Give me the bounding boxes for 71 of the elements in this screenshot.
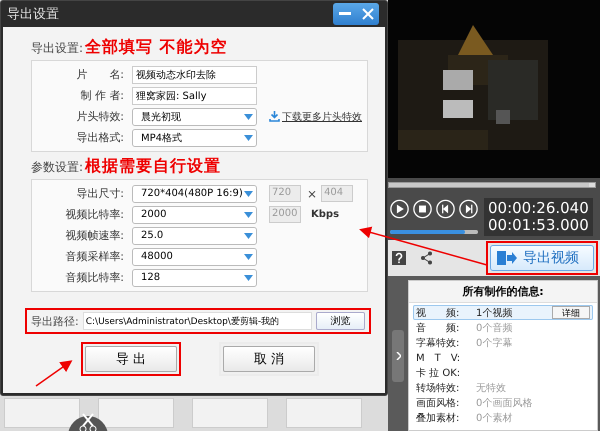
info-row[interactable]: 卡 拉 OK:	[413, 365, 593, 380]
annotation-arrow	[36, 360, 72, 387]
collapse-handle[interactable]	[392, 330, 404, 382]
disabled-field: 2000	[269, 206, 301, 223]
info-row[interactable]: 转场特效: 无特效	[413, 380, 593, 395]
info-row[interactable]: 画面风格: 0个画面风格	[413, 395, 593, 410]
dropdown[interactable]: 25.0	[132, 226, 257, 244]
field-label: 导出路径:	[31, 314, 79, 328]
field-label: 音频采样率:	[64, 249, 125, 264]
window-title: 导出设置	[7, 6, 59, 23]
help-icon[interactable]	[392, 251, 406, 265]
field-label: 音频比特率:	[64, 270, 125, 285]
dropdown-caret-icon	[244, 254, 253, 260]
section-label: 参数设置:	[31, 159, 84, 176]
share-icon[interactable]	[420, 251, 433, 265]
dropdown-caret-icon	[244, 114, 253, 120]
progress-track[interactable]	[388, 182, 596, 188]
field-label: 制 作 者:	[79, 88, 125, 103]
close-icon[interactable]	[362, 8, 374, 20]
info-row[interactable]: 音 频: 0个音频	[413, 320, 593, 335]
dialog-button[interactable]: 导 出	[85, 346, 177, 372]
timeline-slot[interactable]	[4, 398, 80, 428]
dropdown[interactable]: 720*404(480P 16:9)	[132, 184, 257, 202]
dropdown[interactable]: MP4格式	[132, 128, 257, 146]
time-text: 00:01:53.000	[488, 217, 589, 234]
text-field[interactable]: 狸窝家园: Sally	[132, 86, 257, 104]
browse-button[interactable]: 浏览	[316, 312, 365, 330]
field-label: 视频帧速率:	[64, 228, 125, 243]
step-forward-icon[interactable]	[459, 198, 478, 220]
field-label: 片头特效:	[75, 109, 125, 124]
details-button[interactable]: 详细	[552, 306, 590, 319]
info-row[interactable]: M T V:	[413, 350, 593, 365]
disabled-field: 404	[321, 185, 354, 202]
dropdown-caret-icon	[244, 212, 253, 218]
play-icon[interactable]	[390, 198, 409, 220]
download-icon	[269, 111, 280, 122]
chevron-right-icon	[396, 352, 400, 360]
text-field[interactable]: 视频动态水印去除	[132, 66, 257, 84]
annotation-note: 全部填写 不能为空	[85, 37, 228, 58]
dropdown-caret-icon	[244, 274, 253, 280]
field-label: 片 名:	[75, 67, 125, 82]
dialog-button[interactable]: 取 消	[223, 346, 315, 372]
dropdown[interactable]: 晨光初现	[132, 108, 257, 126]
export-video-button[interactable]: 导出视频	[490, 245, 594, 271]
info-row[interactable]: 叠加素材: 0个素材	[413, 410, 593, 425]
time-text: 00:00:26.040	[488, 200, 589, 217]
unit-label: Kbps	[311, 209, 340, 220]
field-label: 导出尺寸:	[75, 186, 125, 201]
disabled-field: 720	[269, 185, 301, 202]
window-controls[interactable]	[333, 3, 379, 25]
dropdown-caret-icon	[244, 232, 253, 238]
dropdown[interactable]: 2000	[132, 206, 257, 224]
info-row[interactable]: 字幕特效: 0个字幕	[413, 335, 593, 350]
timeline-slot[interactable]	[98, 398, 174, 428]
dropdown[interactable]: 48000	[132, 248, 257, 266]
dropdown-caret-icon	[244, 190, 253, 196]
dropdown-caret-icon	[244, 134, 253, 140]
times-sign: ×	[307, 186, 318, 200]
stop-icon[interactable]	[413, 198, 432, 220]
section-label: 导出设置:	[31, 40, 84, 57]
path-field[interactable]: C:\Users\Administrator\Desktop\爱剪辑-我的	[82, 312, 312, 330]
field-label: 导出格式:	[75, 130, 125, 145]
minimize-icon[interactable]	[338, 12, 350, 16]
download-link[interactable]: 下载更多片头特效	[269, 110, 362, 124]
dropdown[interactable]: 128	[132, 268, 257, 286]
panel-title: 所有制作的信息:	[409, 281, 597, 303]
export-icon	[497, 250, 517, 266]
annotation-note: 根据需要自行设置	[85, 156, 222, 177]
info-row[interactable]: 视 频: 1个视频 详细	[413, 305, 593, 320]
field-label: 视频比特率:	[64, 207, 125, 222]
step-back-icon[interactable]	[436, 198, 455, 220]
